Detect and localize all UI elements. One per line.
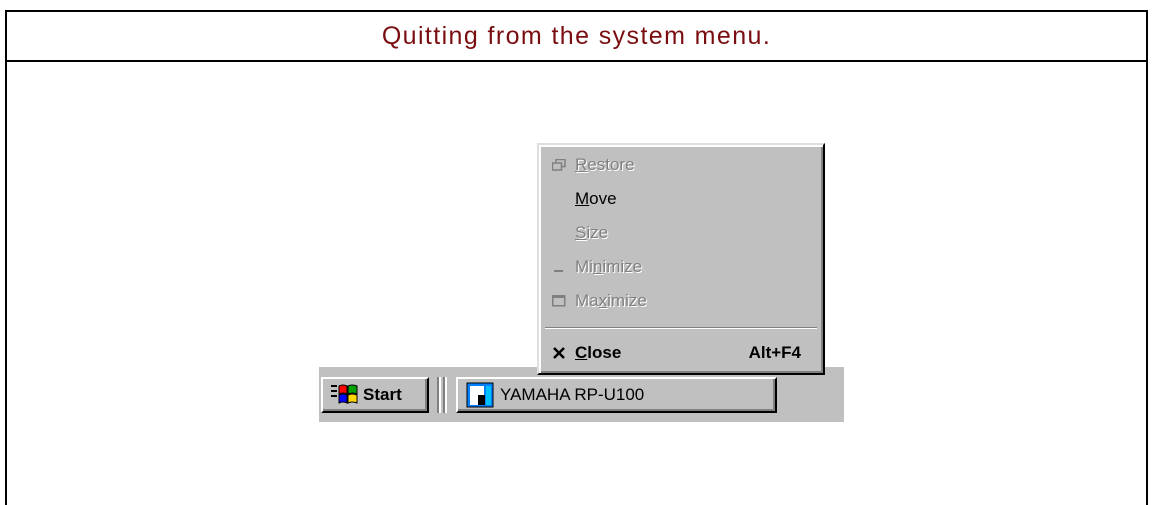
task-button-yamaha[interactable]: YAMAHA RP-U100 [456,377,777,413]
page-title: Quitting from the system menu. [381,21,772,50]
task-label: YAMAHA RP-U100 [500,385,645,404]
start-button[interactable]: Start [321,377,429,413]
menu-item-move[interactable]: Move [543,183,819,215]
menu-item-maximize[interactable]: Maximize [543,285,819,317]
menu-separator [545,327,817,329]
menu-item-size[interactable]: Size [543,217,819,249]
minimize-icon [543,261,575,273]
app-window-icon [466,382,494,408]
menu-item-restore[interactable]: Restore [543,149,819,181]
restore-icon [543,159,575,171]
close-accelerator: Alt+F4 [748,343,801,362]
taskbar-grip[interactable] [443,377,445,413]
windows-flag-icon [331,384,358,404]
close-x-icon [543,346,575,360]
header: Quitting from the system menu. [7,12,1146,62]
maximize-icon [543,295,575,307]
taskbar-divider [437,377,439,413]
menu-item-close[interactable]: Close Alt+F4 [543,337,819,369]
system-menu: Restore Move Size Minimize Maximize Clos… [537,143,825,375]
start-label: Start [363,385,402,404]
menu-item-minimize[interactable]: Minimize [543,251,819,283]
